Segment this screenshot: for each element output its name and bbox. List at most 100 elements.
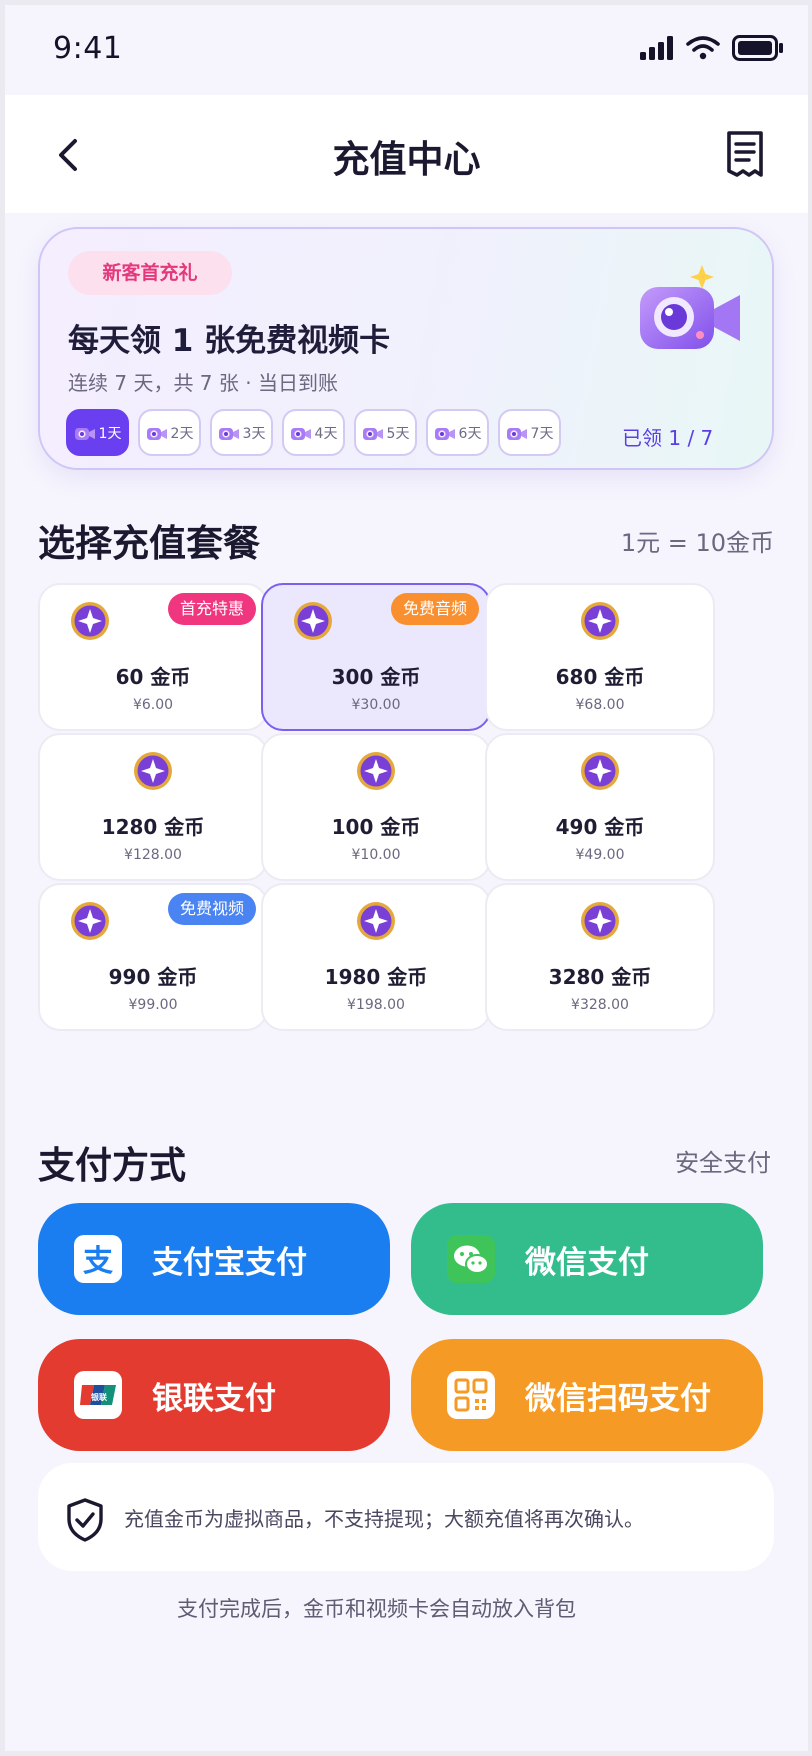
day-chip: 1天	[66, 409, 129, 456]
battery-icon	[732, 35, 783, 61]
secure-pay-label: 安全支付	[675, 1149, 771, 1177]
day-chip: 2天	[138, 409, 201, 456]
pay-button-unionpay[interactable]: 银联 银联支付	[38, 1339, 390, 1451]
coin-icon	[581, 602, 619, 640]
coin-icon	[357, 902, 395, 940]
coin-icon	[581, 752, 619, 790]
day-label: 7天	[530, 425, 554, 442]
package-card[interactable]: 首充特惠 60 金币 ¥6.00	[38, 583, 268, 731]
package-amount: 990 金币	[108, 965, 198, 989]
day-label: 6天	[458, 425, 482, 442]
video-camera-icon	[640, 265, 740, 349]
coin-icon	[71, 902, 109, 940]
day-label: 2天	[170, 425, 194, 442]
pay-button-alipay[interactable]: 支 支付宝支付	[38, 1203, 390, 1315]
signal-icon	[640, 36, 673, 60]
day-label: 4天	[314, 425, 338, 442]
status-icons	[640, 35, 784, 61]
pay-button-wechat[interactable]: 微信支付	[411, 1203, 763, 1315]
mini-camera-icon	[290, 427, 311, 440]
package-card[interactable]: 100 金币 ¥10.00	[261, 733, 491, 881]
svg-text:银联: 银联	[90, 1392, 107, 1402]
package-price: ¥49.00	[575, 847, 625, 863]
day-label: 3天	[242, 425, 266, 442]
qr-code-icon	[447, 1371, 495, 1419]
receipt-icon[interactable]	[723, 129, 767, 179]
day-chip: 3天	[210, 409, 273, 456]
mini-camera-icon	[362, 427, 383, 440]
package-amount: 300 金币	[331, 665, 421, 689]
notice-card: 充值金币为虚拟商品，不支持提现；大额充值将再次确认。	[38, 1463, 774, 1571]
first-recharge-banner[interactable]: 新客首充礼 每天领 1 张免费视频卡 连续 7 天，共 7 张 · 当日到账 1…	[38, 227, 774, 470]
package-amount: 3280 金币	[548, 965, 652, 989]
wechat-icon	[447, 1235, 495, 1283]
package-price: ¥128.00	[124, 847, 182, 863]
package-price: ¥99.00	[128, 997, 178, 1013]
day-progress: 1天 2天 3天 4天 5天 6天 7天	[66, 409, 561, 456]
footer-text: 支付完成后，金币和视频卡会自动放入背包	[177, 1597, 576, 1621]
nav-bar: 充值中心	[5, 95, 808, 213]
svg-text:支: 支	[83, 1244, 113, 1279]
package-badge: 免费视频	[167, 893, 256, 925]
package-badge: 首充特惠	[167, 593, 256, 625]
package-grid: 首充特惠 60 金币 ¥6.00 免费音频 300 金币 ¥30.00 680 金币 ¥68.…	[38, 583, 774, 1073]
package-card[interactable]: 680 金币 ¥68.00	[485, 583, 715, 731]
coin-icon	[581, 902, 619, 940]
pay-label: 支付宝支付	[152, 1244, 307, 1281]
day-chip: 5天	[354, 409, 417, 456]
banner-headline: 每天领 1 张免费视频卡	[68, 323, 391, 359]
payment-title: 支付方式	[38, 1144, 186, 1187]
package-price: ¥68.00	[575, 697, 625, 713]
package-badge: 免费音频	[390, 593, 479, 625]
package-amount: 1980 金币	[324, 965, 428, 989]
pay-label: 微信支付	[525, 1244, 649, 1281]
coin-icon	[71, 602, 109, 640]
package-amount: 490 金币	[555, 815, 645, 839]
exchange-rate: 1元 = 10金币	[620, 529, 774, 557]
status-time: 9:41	[53, 31, 123, 66]
unionpay-icon: 银联	[74, 1371, 122, 1419]
package-price: ¥10.00	[351, 847, 401, 863]
package-card[interactable]: 免费视频 990 金币 ¥99.00	[38, 883, 268, 1031]
notice-text: 充值金币为虚拟商品，不支持提现；大额充值将再次确认。	[124, 1507, 644, 1531]
pay-button-qr-code[interactable]: 微信扫码支付	[411, 1339, 763, 1451]
package-price: ¥30.00	[351, 697, 401, 713]
new-user-tag: 新客首充礼	[68, 251, 232, 295]
banner-subline: 连续 7 天，共 7 张 · 当日到账	[68, 371, 338, 395]
package-price: ¥328.00	[571, 997, 629, 1013]
claimed-count: 已领 1 / 7	[622, 426, 714, 450]
mini-camera-icon	[218, 427, 239, 440]
package-card[interactable]: 1980 金币 ¥198.00	[261, 883, 491, 1031]
package-card[interactable]: 免费音频 300 金币 ¥30.00	[261, 583, 491, 731]
day-chip: 7天	[498, 409, 561, 456]
package-card[interactable]: 490 金币 ¥49.00	[485, 733, 715, 881]
day-label: 5天	[386, 425, 410, 442]
package-amount: 100 金币	[331, 815, 421, 839]
pay-label: 银联支付	[152, 1380, 276, 1417]
status-bar: 9:41	[5, 5, 808, 95]
package-card[interactable]: 3280 金币 ¥328.00	[485, 883, 715, 1031]
pay-label: 微信扫码支付	[525, 1380, 711, 1417]
coin-icon	[294, 602, 332, 640]
mini-camera-icon	[74, 427, 95, 440]
page-title: 充值中心	[332, 138, 481, 181]
package-amount: 60 金币	[115, 665, 191, 689]
day-chip: 6天	[426, 409, 489, 456]
package-amount: 680 金币	[555, 665, 645, 689]
app-screen: 9:41 充值中心 新客首充礼 每天领 1 张免费视频卡 连续 7 天，共 7 …	[5, 5, 808, 1751]
package-price: ¥198.00	[347, 997, 405, 1013]
wifi-icon	[686, 36, 720, 60]
day-label: 1天	[98, 425, 122, 442]
alipay-icon: 支	[74, 1235, 122, 1283]
package-price: ¥6.00	[132, 697, 174, 713]
mini-camera-icon	[506, 427, 527, 440]
mini-camera-icon	[434, 427, 455, 440]
package-amount: 1280 金币	[101, 815, 205, 839]
day-chip: 4天	[282, 409, 345, 456]
coin-icon	[357, 752, 395, 790]
package-card[interactable]: 1280 金币 ¥128.00	[38, 733, 268, 881]
mini-camera-icon	[146, 427, 167, 440]
shield-check-icon	[67, 1498, 103, 1542]
coin-icon	[134, 752, 172, 790]
packages-title: 选择充值套餐	[38, 522, 260, 565]
